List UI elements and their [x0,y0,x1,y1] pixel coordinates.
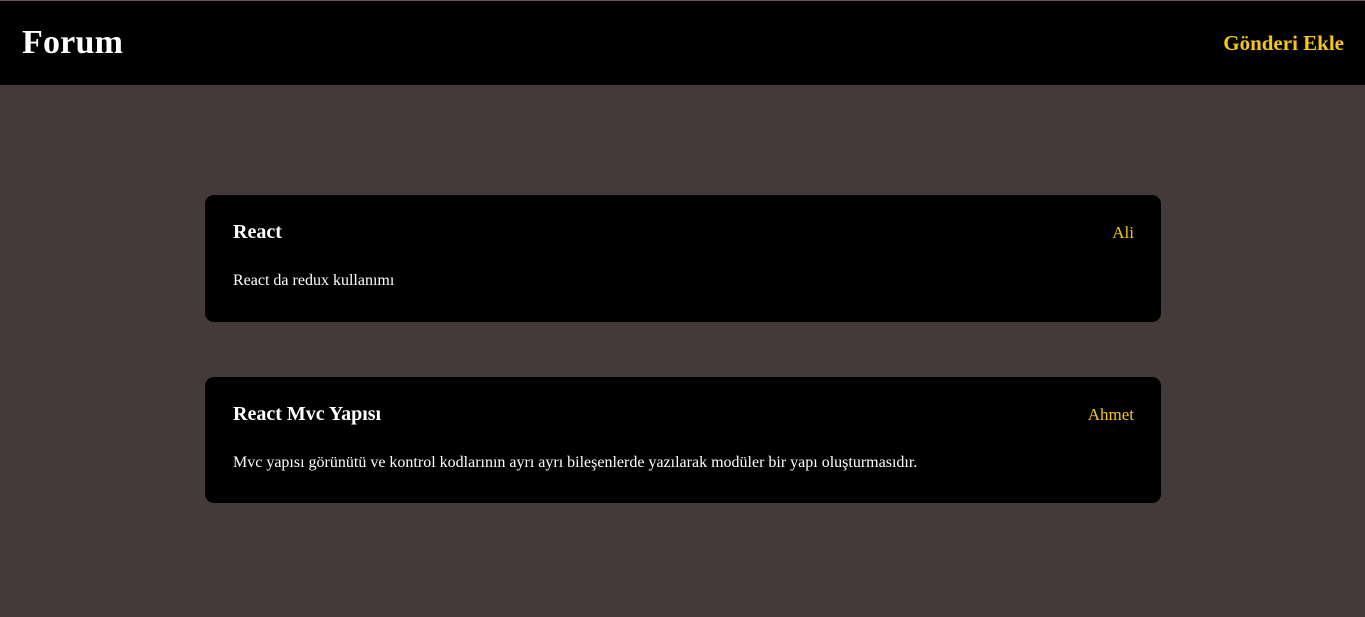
post-card: React Ali React da redux kullanımı [205,195,1161,322]
site-brand[interactable]: Forum [22,24,123,62]
post-author[interactable]: Ali [1112,223,1134,243]
add-post-link[interactable]: Gönderi Ekle [1223,31,1344,56]
post-title: React Mvc Yapısı [233,403,382,425]
post-body: React da redux kullanımı [233,272,395,289]
top-navbar: Forum Gönderi Ekle [0,1,1365,85]
post-header: React Mvc Yapısı Ahmet [233,403,1134,426]
post-list: React Ali React da redux kullanımı React… [205,195,1161,558]
post-author[interactable]: Ahmet [1088,405,1134,425]
post-body: Mvc yapısı görünütü ve kontrol kodlarını… [233,454,918,471]
post-card: React Mvc Yapısı Ahmet Mvc yapısı görünü… [205,377,1161,503]
post-header: React Ali [233,221,1134,244]
post-title: React [233,221,282,243]
